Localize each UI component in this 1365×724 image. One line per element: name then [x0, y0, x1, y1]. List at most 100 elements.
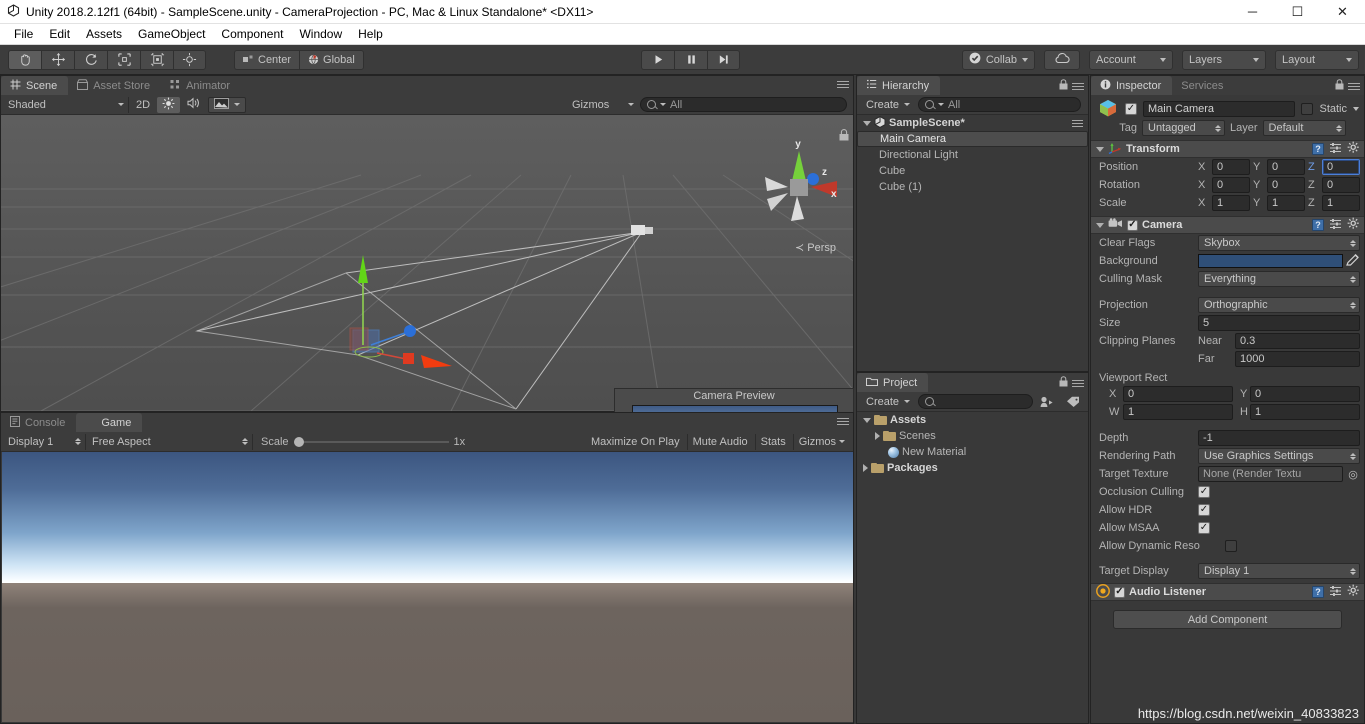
- tab-hierarchy[interactable]: Hierarchy: [857, 76, 941, 95]
- transform-component-header[interactable]: Transform ?: [1091, 140, 1364, 158]
- layout-button[interactable]: Layout: [1275, 49, 1359, 70]
- maximize-button[interactable]: ☐: [1275, 0, 1320, 24]
- 2d-toggle-button[interactable]: 2D: [131, 97, 155, 113]
- layers-button[interactable]: Layers: [1182, 49, 1266, 70]
- position-z-input[interactable]: 0: [1322, 159, 1360, 175]
- scene-projection-label[interactable]: ≺ Persp: [795, 241, 836, 254]
- projection-dropdown[interactable]: Orthographic: [1198, 297, 1360, 313]
- position-y-input[interactable]: 0: [1267, 159, 1305, 175]
- project-item-scenes[interactable]: Scenes: [857, 428, 1088, 444]
- hand-tool-icon[interactable]: [8, 49, 41, 70]
- lighting-toggle-button[interactable]: [157, 96, 181, 113]
- tab-project[interactable]: Project: [857, 373, 929, 392]
- gizmos-dropdown[interactable]: Gizmos: [568, 97, 638, 113]
- help-icon[interactable]: ?: [1312, 219, 1324, 231]
- rotation-y-input[interactable]: 0: [1267, 177, 1305, 193]
- cloud-button[interactable]: [1044, 49, 1080, 70]
- game-display-dropdown[interactable]: Display 1: [4, 433, 86, 450]
- object-enabled-checkbox[interactable]: ✓: [1125, 102, 1137, 115]
- static-chevron-down-icon[interactable]: [1353, 106, 1359, 111]
- collab-button[interactable]: Collab: [961, 49, 1035, 70]
- audio-toggle-button[interactable]: [182, 97, 206, 113]
- project-item-new-material[interactable]: New Material: [857, 444, 1088, 460]
- scene-orientation-gizmo[interactable]: y z x: [757, 135, 841, 245]
- preset-icon[interactable]: [1329, 218, 1342, 233]
- culling-mask-dropdown[interactable]: Everything: [1198, 271, 1360, 287]
- allow-hdr-checkbox[interactable]: ✓: [1198, 504, 1210, 516]
- far-input[interactable]: 1000: [1235, 351, 1360, 367]
- scene-search-input[interactable]: All: [640, 97, 847, 112]
- lock-icon[interactable]: [1059, 376, 1068, 390]
- menu-edit[interactable]: Edit: [41, 25, 78, 43]
- hierarchy-item-directional-light[interactable]: Directional Light: [857, 147, 1088, 163]
- tab-game[interactable]: Game: [76, 413, 143, 432]
- tab-console[interactable]: Console: [1, 413, 76, 432]
- game-gizmos-button[interactable]: Gizmos: [792, 433, 850, 450]
- stats-button[interactable]: Stats: [754, 433, 791, 450]
- pivot-mode-button[interactable]: Center: [234, 49, 300, 70]
- panel-menu-icon[interactable]: [837, 416, 849, 427]
- rotation-x-input[interactable]: 0: [1212, 177, 1250, 193]
- gear-icon[interactable]: [1347, 217, 1360, 233]
- preset-icon[interactable]: [1329, 585, 1342, 600]
- hierarchy-scene-row[interactable]: SampleScene*: [857, 115, 1088, 131]
- rotation-z-input[interactable]: 0: [1322, 177, 1360, 193]
- scale-z-input[interactable]: 1: [1322, 195, 1360, 211]
- viewport-x-input[interactable]: 0: [1123, 386, 1233, 402]
- lock-icon[interactable]: [1335, 79, 1344, 93]
- game-scale-control[interactable]: Scale 1x: [255, 436, 465, 448]
- object-name-input[interactable]: Main Camera: [1143, 100, 1296, 117]
- draw-mode-dropdown[interactable]: Shaded: [4, 96, 129, 113]
- scale-y-input[interactable]: 1: [1267, 195, 1305, 211]
- tab-animator[interactable]: Animator: [161, 76, 241, 95]
- play-button[interactable]: [641, 49, 674, 70]
- move-tool-icon[interactable]: [41, 49, 74, 70]
- eyedropper-icon[interactable]: [1346, 253, 1360, 269]
- scene-context-menu-icon[interactable]: [1072, 118, 1083, 129]
- audio-listener-component-header[interactable]: ✓ Audio Listener ?: [1091, 583, 1364, 601]
- scale-slider[interactable]: [293, 436, 449, 448]
- panel-menu-icon[interactable]: [837, 79, 849, 90]
- expand-arrow-icon[interactable]: [863, 417, 871, 423]
- tab-scene[interactable]: Scene: [1, 76, 69, 95]
- help-icon[interactable]: ?: [1312, 586, 1324, 598]
- clear-flags-dropdown[interactable]: Skybox: [1198, 235, 1360, 251]
- hierarchy-item-cube[interactable]: Cube: [857, 163, 1088, 179]
- menu-component[interactable]: Component: [213, 25, 291, 43]
- viewport-y-input[interactable]: 0: [1250, 386, 1360, 402]
- camera-component-header[interactable]: ✓ Camera ?: [1091, 216, 1364, 234]
- gear-icon[interactable]: [1347, 141, 1360, 157]
- handle-mode-button[interactable]: Global: [299, 49, 364, 70]
- viewport-h-input[interactable]: 1: [1250, 404, 1360, 420]
- project-create-button[interactable]: Create: [860, 394, 916, 410]
- object-picker-icon[interactable]: ◎: [1346, 468, 1360, 481]
- allow-msaa-checkbox[interactable]: ✓: [1198, 522, 1210, 534]
- rotate-tool-icon[interactable]: [74, 49, 107, 70]
- camera-enabled-checkbox[interactable]: ✓: [1127, 219, 1138, 231]
- inspector-panel-options[interactable]: [1335, 79, 1360, 93]
- project-item-assets[interactable]: Assets: [857, 412, 1088, 428]
- menu-help[interactable]: Help: [350, 25, 391, 43]
- pause-button[interactable]: [674, 49, 707, 70]
- hierarchy-panel-options[interactable]: [1059, 79, 1084, 93]
- expand-arrow-icon[interactable]: [863, 120, 871, 126]
- scene-panel-options[interactable]: [837, 79, 849, 90]
- scale-slider-handle[interactable]: [293, 436, 304, 447]
- help-icon[interactable]: ?: [1312, 143, 1324, 155]
- viewport-w-input[interactable]: 1: [1123, 404, 1233, 420]
- filter-by-label-button[interactable]: [1061, 394, 1085, 410]
- transform-tool-icon[interactable]: [173, 49, 206, 70]
- maximize-on-play-button[interactable]: Maximize On Play: [586, 434, 685, 450]
- menu-file[interactable]: File: [6, 25, 41, 43]
- menu-gameobject[interactable]: GameObject: [130, 25, 213, 43]
- scale-x-input[interactable]: 1: [1212, 195, 1250, 211]
- panel-menu-icon[interactable]: [1072, 378, 1084, 389]
- minimize-button[interactable]: ─: [1230, 0, 1275, 24]
- hierarchy-item-cube-1[interactable]: Cube (1): [857, 179, 1088, 195]
- panel-menu-icon[interactable]: [1348, 81, 1360, 92]
- panel-menu-icon[interactable]: [1072, 81, 1084, 92]
- hierarchy-item-main-camera[interactable]: Main Camera: [857, 131, 1088, 147]
- menu-assets[interactable]: Assets: [78, 25, 130, 43]
- preset-icon[interactable]: [1329, 142, 1342, 157]
- project-item-packages[interactable]: Packages: [857, 460, 1088, 476]
